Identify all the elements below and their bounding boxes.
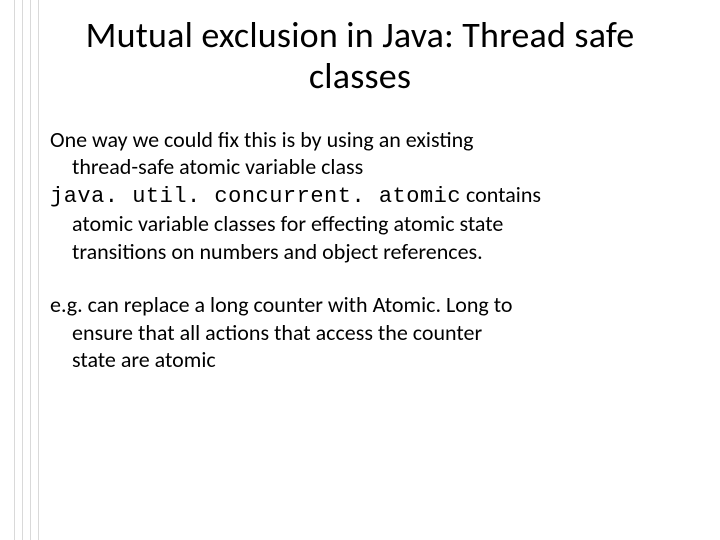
para3-line1: e.g. can replace a long counter with Ato… [50, 291, 670, 319]
slide-title: Mutual exclusion in Java: Thread safe cl… [50, 15, 670, 98]
para2-line2: atomic variable classes for effecting at… [50, 210, 670, 238]
para1-line2: thread-safe atomic variable class [50, 153, 670, 181]
code-package-name: java. util. concurrent. atomic [50, 184, 461, 209]
para3-line2: ensure that all actions that access the … [50, 319, 670, 347]
para3-line3: state are atomic [50, 346, 670, 374]
paragraph-3: e.g. can replace a long counter with Ato… [50, 291, 670, 374]
para2-line1-rest: contains [461, 181, 541, 208]
slide-body: One way we could fix this is by using an… [50, 126, 670, 374]
slide-content: Mutual exclusion in Java: Thread safe cl… [0, 0, 720, 430]
paragraph-2: java. util. concurrent. atomic contains … [50, 181, 670, 266]
para2-line3: transitions on numbers and object refere… [50, 238, 670, 266]
paragraph-1: One way we could fix this is by using an… [50, 126, 670, 181]
para1-line1: One way we could fix this is by using an… [50, 126, 670, 154]
para2-line1: java. util. concurrent. atomic contains [50, 181, 670, 211]
